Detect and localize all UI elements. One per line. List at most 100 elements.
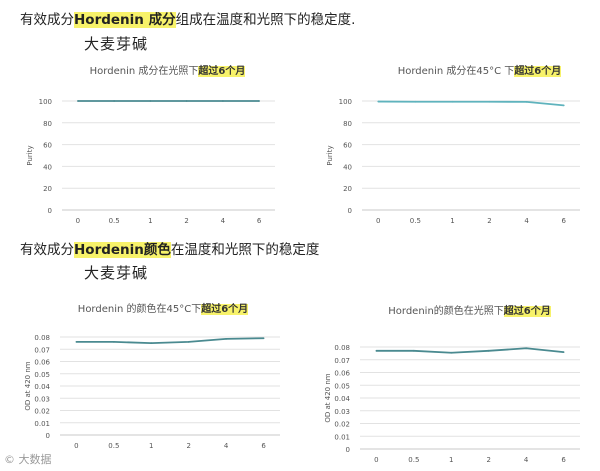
y-tick-label: 40 [343,163,352,171]
chart-title: Hordenin 成分在光照下超过6个月 [10,62,295,77]
y-tick-label: 0.01 [34,420,50,428]
x-tick-label: 1 [450,217,454,225]
heading-prefix: 有效成分 [20,12,74,28]
y-tick-label: 80 [43,120,52,128]
x-tick-label: 2 [186,442,190,450]
chart-color-light: Hordenin的颜色在光照下超过6个月 0 0.01 0.02 0.03 0.04 0.… [312,297,597,469]
y-tick-label: 0 [46,432,50,440]
y-tick-label: 0 [348,207,352,215]
heading-prefix: 有效成分 [20,242,74,258]
x-tick-label: 4 [524,217,529,225]
data-point [185,100,188,102]
y-tick-label: 0 [346,446,350,454]
data-point [451,100,454,103]
y-tick-label: 100 [339,98,352,106]
chart-title: Hordenin 成分在45°C 下超过6个月 [312,62,597,77]
y-tick-label: 20 [343,185,352,193]
y-axis-label: Purity [26,145,34,165]
x-tick-label: 0 [376,217,380,225]
y-tick-label: 100 [39,98,52,106]
chart-svg: 0 0.01 0.02 0.03 0.04 0.05 0.06 0.07 0.08 0 0.5 1 2 4… [324,344,580,464]
data-point [76,100,79,102]
data-point [525,347,528,350]
chart-title-highlight: 超过6个月 [514,66,562,77]
y-axis-label: Purity [326,145,334,165]
y-tick-label: 0.02 [334,421,350,429]
y-tick-label: 40 [43,163,52,171]
series-line [376,347,564,354]
y-tick-label: 0.04 [334,395,350,403]
data-point [150,342,153,345]
y-tick-label: 0.05 [334,382,350,390]
chart-title-main: Hordenin 的颜色在45°C下 [77,304,202,315]
y-tick-label: 60 [343,142,352,150]
heading-highlight: Hordenin颜色 [74,242,171,258]
chart-color-45c: Hordenin 的颜色在45°C下超过6个月 0 0.01 0.02 0.03 0.0… [8,297,298,469]
data-point [525,100,528,103]
data-point [377,100,380,103]
data-point [562,351,565,353]
chart-title: Hordenin 的颜色在45°C下超过6个月 [8,300,298,315]
x-tick-label: 4 [224,442,229,450]
chart-svg: 0 0.01 0.02 0.03 0.04 0.05 0.06 0.07 0.08 0 0.5 1 2 4… [24,334,280,450]
x-tick-label: 2 [487,217,491,225]
x-tick-label: 6 [561,217,566,225]
x-tick-label: 2 [184,217,188,225]
data-point [412,349,415,352]
y-tick-label: 0.04 [34,383,50,391]
y-tick-label: 0.08 [34,334,50,342]
chart-composition-45c: Hordenin 成分在45°C 下超过6个月 0 20 40 60 80 100 0 0.5… [312,60,597,230]
chart-title-highlight: 超过6个月 [198,66,246,77]
data-point [487,349,490,352]
x-tick-label: 4 [524,456,529,464]
series-line [378,100,564,107]
chart-svg: 0 20 40 60 80 100 0 0.5 1 2 4 6 Purity [326,98,580,225]
chart-title-main: Hordenin 成分在光照下 [89,66,199,77]
section-subheading-composition: 大麦芽碱 [84,35,149,53]
data-point [149,100,152,102]
x-tick-label: 2 [486,456,490,464]
heading-highlight: Hordenin 成分 [74,12,176,28]
chart-title-highlight: 超过6个月 [503,306,551,317]
x-tick-label: 1 [148,217,152,225]
chart-svg: 0 20 40 60 80 100 0 0.5 1 2 4 6 Purity [26,98,275,225]
x-tick-label: 0 [74,442,78,450]
data-point [488,100,491,103]
section-heading-color: 有效成分Hordenin颜色在温度和光照下的稳定度 [20,238,319,258]
data-point [113,100,116,102]
data-point [562,104,565,107]
y-tick-label: 0.07 [334,357,350,365]
data-point [112,341,115,343]
x-tick-label: 0.5 [109,217,120,225]
x-tick-label: 1 [449,456,453,464]
y-tick-label: 0 [48,207,52,215]
data-point [221,100,224,102]
x-tick-label: 6 [261,442,266,450]
x-tick-label: 0.5 [108,442,119,450]
heading-suffix: 组成在温度和光照下的稳定度. [175,12,356,28]
y-axis-label: OD at 420 nm [24,361,32,410]
data-point [225,337,228,340]
chart-title-main: Hordenin的颜色在光照下 [388,306,504,317]
y-tick-label: 0.07 [34,346,50,354]
y-tick-label: 0.01 [334,433,350,441]
y-tick-label: 60 [43,142,52,150]
data-point [375,349,378,352]
data-point [262,337,265,340]
x-tick-label: 1 [149,442,153,450]
series-line [76,337,264,345]
y-tick-label: 80 [343,120,352,128]
data-point [450,351,453,354]
y-tick-label: 0.06 [34,359,50,367]
data-point [187,341,190,343]
y-tick-label: 0.02 [34,408,50,416]
y-tick-label: 20 [43,185,52,193]
chart-title-highlight: 超过6个月 [201,304,249,315]
heading-suffix: 在温度和光照下的稳定度 [170,242,320,258]
section-subheading-color: 大麦芽碱 [84,264,149,282]
y-tick-label: 0.06 [334,370,350,378]
data-point [75,341,78,343]
chart-title: Hordenin的颜色在光照下超过6个月 [312,302,597,317]
watermark: © 大数据 [4,453,52,466]
y-tick-label: 0.08 [334,344,350,352]
